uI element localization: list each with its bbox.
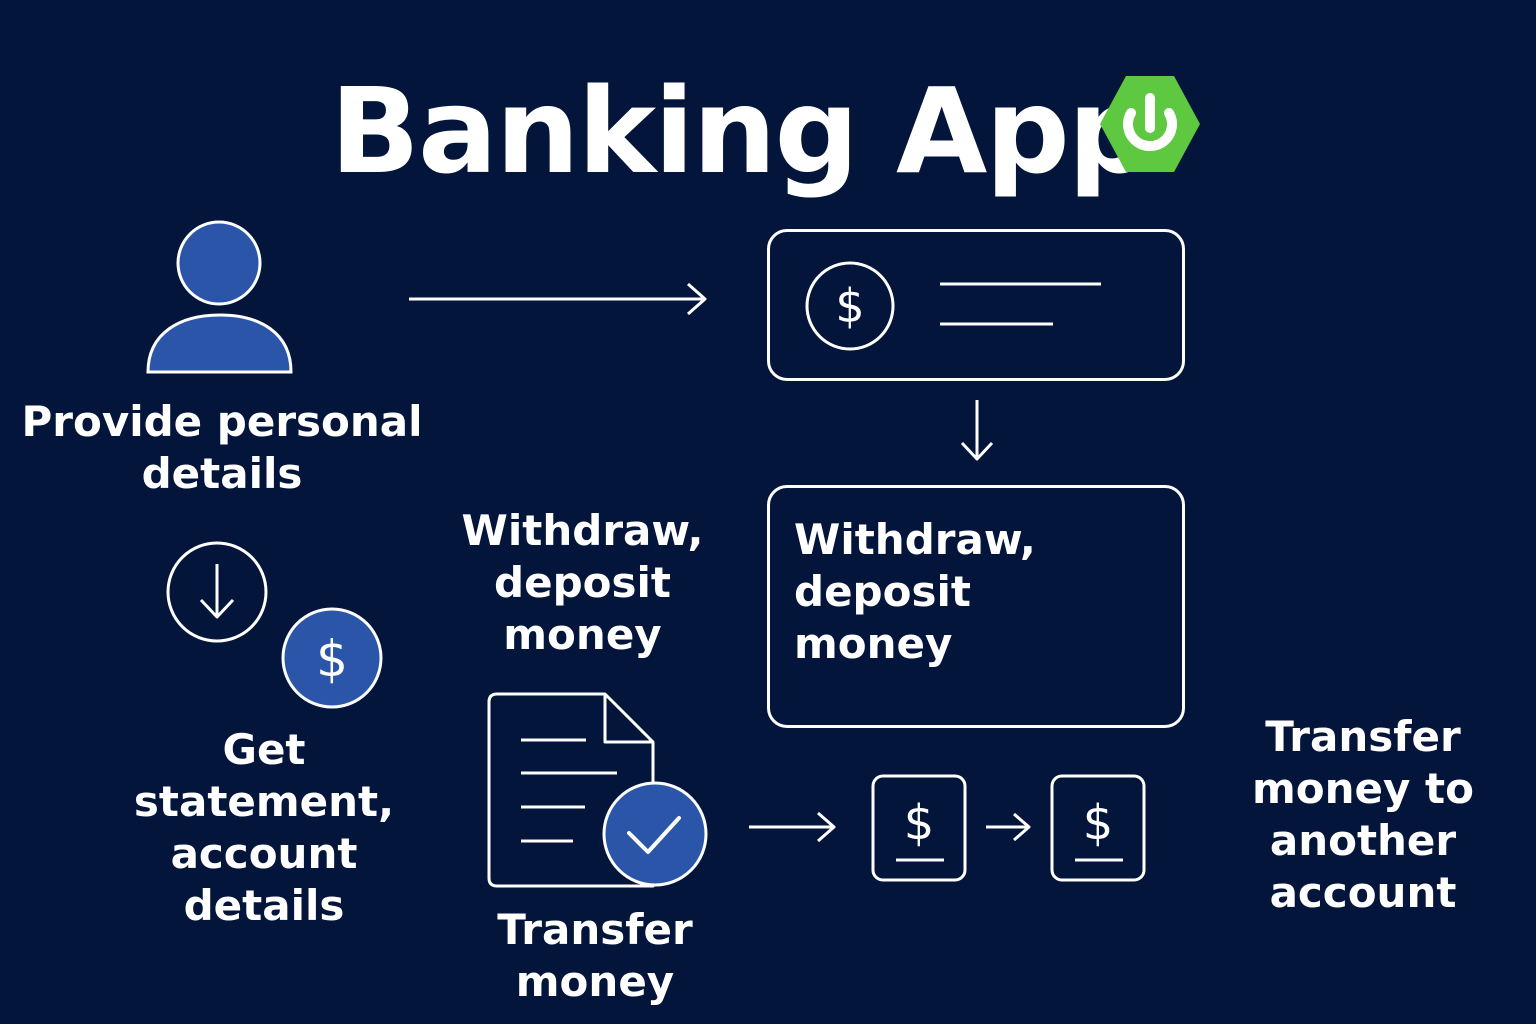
withdraw-box-label: Withdraw, deposit money — [794, 515, 1036, 668]
account-card: $ — [767, 229, 1185, 381]
label-withdraw-deposit: Withdraw, deposit money — [461, 506, 704, 659]
dollar-receipt-icon: $ — [1050, 774, 1146, 882]
arrow-right-icon — [749, 811, 836, 843]
withdraw-deposit-box: Withdraw, deposit money — [767, 485, 1185, 728]
page-title: Banking App — [330, 62, 1152, 200]
user-icon — [146, 220, 293, 374]
label-personal-details: Provide personal details — [21, 397, 423, 498]
text-lines-icon — [940, 282, 1101, 326]
arrow-right-icon — [986, 812, 1031, 842]
power-icon — [1100, 76, 1200, 172]
svg-text:$: $ — [835, 279, 864, 333]
dollar-receipt-icon: $ — [871, 774, 967, 882]
dollar-circle-icon: $ — [805, 261, 895, 351]
label-transfer-money: Transfer money — [497, 905, 693, 1006]
svg-text:$: $ — [1083, 795, 1114, 851]
dollar-coin-icon: $ — [281, 607, 383, 709]
label-transfer-to-another: Transfer money to another account — [1252, 712, 1474, 917]
arrow-down-circle-icon — [166, 541, 268, 643]
arrow-right-icon — [409, 282, 707, 316]
title-area: Banking App — [0, 56, 1536, 206]
svg-text:$: $ — [316, 630, 348, 688]
document-check-icon — [487, 692, 708, 888]
svg-text:$: $ — [904, 795, 935, 851]
arrow-down-icon — [960, 400, 994, 461]
label-get-statement: Get statement, account details — [133, 725, 395, 930]
